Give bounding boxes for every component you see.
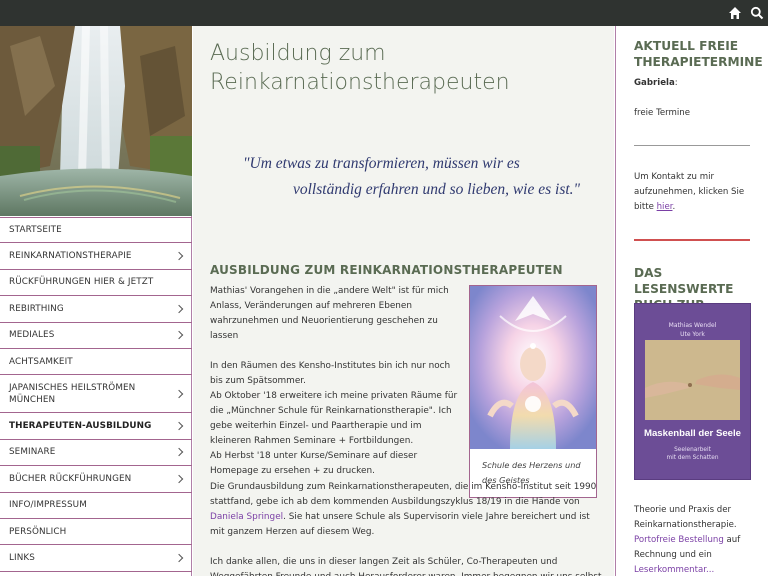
section-title: AUSBILDUNG ZUM REINKARNATIONSTHERAPEUTEN [210, 263, 563, 277]
colon: : [674, 78, 678, 88]
contact-text-end: . [672, 202, 676, 212]
quote-line-2: vollständig erfahren und so lieben, wie … [293, 181, 581, 198]
paragraph: Die Grundausbildung zum Reinkarnationsth… [210, 480, 605, 540]
nav-item-rebirthing[interactable]: REBIRTHING [0, 296, 192, 323]
paragraph-line: Ab Oktober '18 erweitere ich meine priva… [210, 391, 458, 446]
contact-link[interactable]: hier [657, 202, 673, 212]
gabriela-name: Gabriela [634, 78, 675, 88]
nav-label: THERAPEUTEN-AUSBILDUNG [9, 421, 152, 432]
waterfall-image [0, 26, 192, 216]
nav-label: LINKS [9, 552, 35, 563]
chevron-right-icon[interactable] [174, 389, 184, 399]
nav-item-links[interactable]: LINKS [0, 545, 192, 572]
paragraph: Mathias' Vorangehen in die „andere Welt"… [210, 286, 449, 341]
divider-red [634, 239, 750, 241]
nav-label: SEMINARE [9, 447, 56, 458]
book-description: Theorie und Praxis der Reinkarnationsthe… [634, 503, 759, 578]
chevron-right-icon[interactable] [174, 251, 184, 261]
nav-label: RÜCKFÜHRUNGEN HIER & JETZT [9, 277, 154, 288]
chevron-right-icon[interactable] [174, 304, 184, 314]
order-link[interactable]: Portofreie Bestellung [634, 535, 724, 545]
more-text: Die Grundausbildung zum Reinkarnationsth… [210, 480, 605, 576]
free-appointments-heading: AKTUELL FREIE THERAPIETERMINE [634, 39, 763, 69]
nav-label: PERSÖNLICH [9, 526, 67, 537]
main-navigation: STARTSEITE REINKARNATIONSTHERAPIE RÜCKFÜ… [0, 217, 192, 572]
right-sidebar: AKTUELL FREIE THERAPIETERMINE Gabriela: … [615, 26, 768, 576]
nav-item-rueckfuehrungen[interactable]: RÜCKFÜHRUNGEN HIER & JETZT [0, 270, 192, 297]
daniela-springel-link[interactable]: Daniela Springel [210, 512, 283, 522]
paragraph: In den Räumen des Kensho-Institutes bin … [210, 359, 460, 479]
chevron-right-icon[interactable] [174, 448, 184, 457]
page-title: Ausbildung zum Reinkarnationstherapeuten [210, 41, 510, 95]
reader-comment-link[interactable]: Leserkommentar... [634, 565, 714, 575]
book-subtitle: Seelenarbeit mit dem Schatten [666, 447, 719, 461]
nav-item-persoenlich[interactable]: PERSÖNLICH [0, 519, 192, 546]
contact-text: Um Kontakt zu mir aufzunehmen, klicken S… [634, 170, 754, 215]
search-icon[interactable] [750, 5, 766, 21]
gabriela-label: Gabriela: [634, 76, 754, 91]
book-cover[interactable]: Mathias Wendel Ute York Maskenball der S… [634, 303, 751, 480]
top-bar [0, 0, 768, 26]
contact-text-body: Um Kontakt zu mir aufzunehmen, klicken S… [634, 172, 745, 212]
nav-label: BÜCHER RÜCKFÜHRUNGEN [9, 473, 132, 484]
nav-item-reinkarnationstherapie[interactable]: REINKARNATIONSTHERAPIE [0, 243, 192, 270]
book-cover-art [645, 340, 740, 420]
nav-label: JAPANISCHES HEILSTRÖMEN MÜNCHEN [9, 382, 136, 405]
paragraph-text: Die Grundausbildung zum Reinkarnationsth… [210, 482, 597, 507]
sidebar: STARTSEITE REINKARNATIONSTHERAPIE RÜCKFÜ… [0, 26, 192, 576]
intro-text: Mathias' Vorangehen in die „andere Welt"… [210, 284, 460, 494]
book-authors: Mathias Wendel Ute York [668, 322, 717, 338]
nav-item-seminare[interactable]: SEMINARE [0, 440, 192, 467]
paragraph-line: In den Räumen des Kensho-Institutes bin … [210, 361, 451, 386]
nav-label: REINKARNATIONSTHERAPIE [9, 251, 132, 262]
nav-item-japanisches-heilstroemen[interactable]: JAPANISCHES HEILSTRÖMEN MÜNCHEN [0, 375, 192, 414]
chevron-right-icon[interactable] [174, 474, 184, 484]
nav-label: STARTSEITE [9, 225, 62, 236]
home-icon[interactable] [728, 5, 744, 21]
chevron-right-icon[interactable] [174, 331, 184, 340]
nav-label: REBIRTHING [9, 303, 64, 314]
book-title: Maskenball der Seele [643, 428, 742, 439]
free-appointments-link[interactable]: freie Termine [634, 106, 754, 121]
nav-item-achtsamkeit[interactable]: ACHTSAMKEIT [0, 349, 192, 376]
nav-item-therapeuten-ausbildung[interactable]: THERAPEUTEN-AUSBILDUNG [0, 413, 192, 440]
nav-label: INFO/IMPRESSUM [9, 500, 87, 511]
paragraph-line: Ab Herbst '18 unter Kurse/Seminare auf d… [210, 451, 418, 476]
nav-label: ACHTSAMKEIT [9, 356, 73, 367]
chevron-right-icon[interactable] [174, 421, 184, 431]
quote-line-1: "Um etwas zu transformieren, müssen wir … [243, 155, 520, 172]
main-content: Ausbildung zum Reinkarnationstherapeuten… [193, 26, 614, 576]
nav-item-mediales[interactable]: MEDIALES [0, 323, 192, 349]
divider [634, 145, 750, 146]
nav-item-info-impressum[interactable]: INFO/IMPRESSUM [0, 493, 192, 519]
nav-label: MEDIALES [9, 330, 55, 341]
nav-item-startseite[interactable]: STARTSEITE [0, 217, 192, 244]
chevron-right-icon[interactable] [174, 553, 184, 563]
paragraph: Ich danke allen, die uns in dieser lange… [210, 557, 604, 576]
spiritual-figure-image [470, 286, 596, 449]
figure: Schule des Herzens und des Geistes [469, 285, 597, 498]
nav-item-buecher[interactable]: BÜCHER RÜCKFÜHRUNGEN [0, 466, 192, 493]
book-description-text: Theorie und Praxis der Reinkarnationsthe… [634, 505, 737, 530]
